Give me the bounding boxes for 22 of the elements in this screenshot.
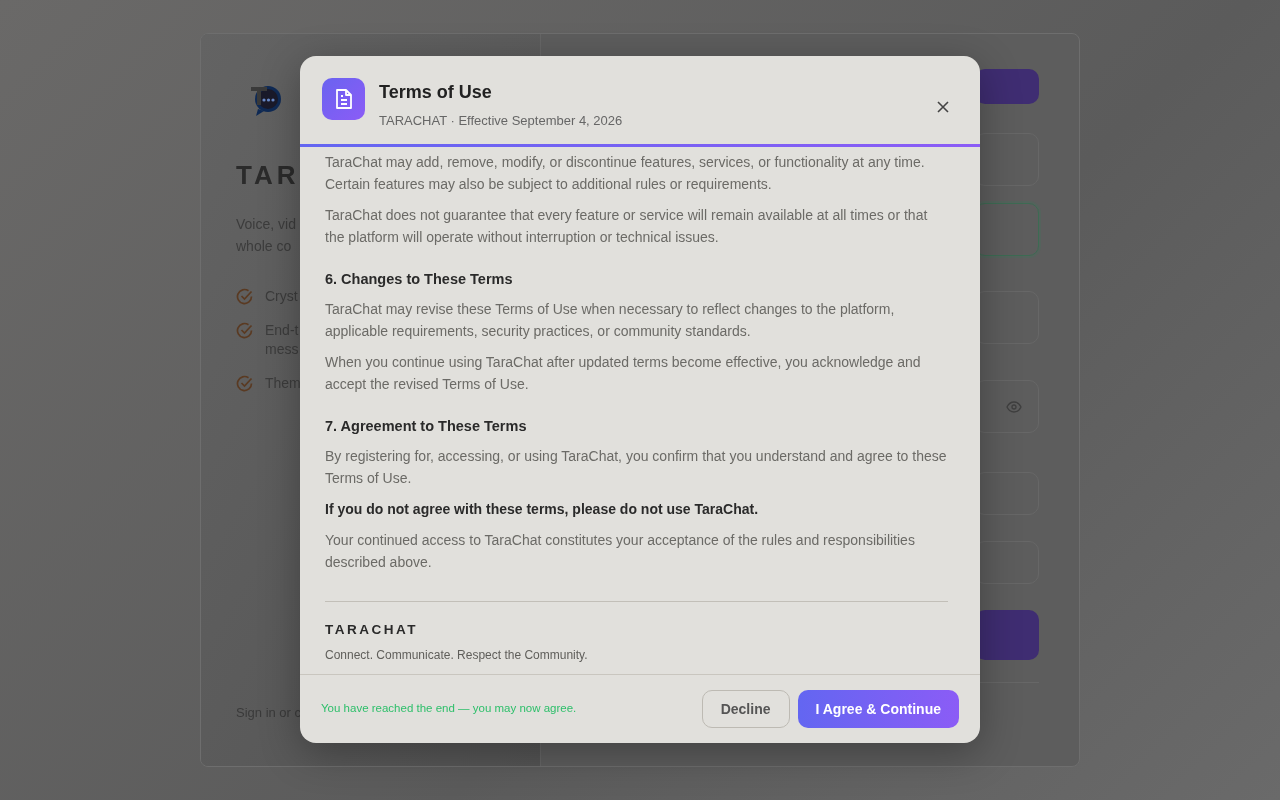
- section-heading: 6. Changes to These Terms: [325, 270, 514, 289]
- check-icon: [236, 288, 253, 305]
- body-paragraph: TaraChat does not guarantee that every feature or service will remain available at all times or that the platform will operate without interruption or technical issues.: [325, 206, 929, 247]
- agree-button[interactable]: I Agree & Continue: [797, 690, 959, 728]
- dialog-subtitle: TARACHAT · Effective September 4, 2026: [379, 112, 623, 130]
- tagline: Connect. Communicate. Respect the Community.: [325, 647, 589, 664]
- body-paragraph: By registering for, accessing, or using TaraChat, you confirm that you understand and agree to these Terms of Use.: [325, 447, 948, 488]
- body-paragraph: TaraChat may add, remove, modify, or discontinue features, services, or functionality at any time. Certain features may also be subject to additional rules or requirements.: [325, 153, 926, 194]
- brand-name: TARACHAT: [325, 621, 419, 639]
- body-paragraph: TaraChat may revise these Terms of Use when necessary to reflect changes to the platform, applicable requirements, security practices, or community standards.: [325, 300, 896, 341]
- notice-text: If you do not agree with these terms, please do not use TaraChat.: [325, 500, 760, 519]
- document-icon: [322, 78, 365, 120]
- eye-icon: [1006, 400, 1022, 413]
- dialog-title: Terms of Use: [379, 81, 492, 104]
- close-icon: [937, 100, 949, 113]
- check-icon: [236, 375, 253, 392]
- body-paragraph: Your continued access to TaraChat constitutes your acceptance of the rules and responsibilities described above.: [325, 531, 916, 572]
- decline-button[interactable]: Decline: [701, 690, 790, 728]
- body-paragraph: When you continue using TaraChat after updated terms become effective, you acknowledge and accept the revised Terms of Use.: [325, 353, 922, 394]
- section-heading: 7. Agreement to These Terms: [325, 417, 528, 436]
- status-message: You have reached the end — you may now agree.: [321, 701, 578, 717]
- check-icon: [236, 322, 253, 339]
